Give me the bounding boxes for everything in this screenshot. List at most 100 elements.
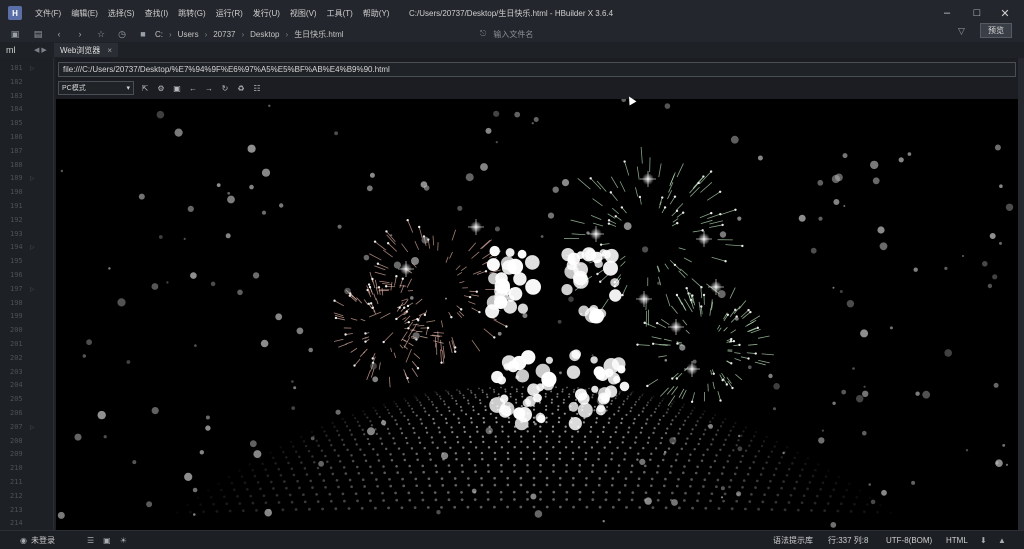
grid-dot	[433, 422, 436, 425]
grid-dot	[341, 492, 345, 496]
language-mode[interactable]: HTML	[946, 536, 968, 545]
fireworks-canvas[interactable]	[56, 99, 1018, 530]
save-icon[interactable]: ▤	[32, 29, 44, 40]
grid-dot	[462, 394, 465, 397]
cursor-position[interactable]: 行:337 列:8	[828, 535, 868, 546]
file-search-input[interactable]: ⎋ 输入文件名	[480, 26, 533, 42]
floating-particle	[1002, 444, 1006, 447]
nav-back-icon[interactable]: ←	[185, 84, 201, 93]
grid-dot	[674, 415, 677, 418]
grid-dot	[638, 398, 640, 401]
text-dot	[603, 260, 618, 276]
grid-dot	[808, 481, 812, 484]
grid-dot	[482, 421, 486, 424]
grid-dot	[367, 492, 371, 495]
nav-forward-icon[interactable]: →	[201, 84, 217, 93]
back-icon[interactable]: ‹	[53, 29, 65, 39]
minimize-icon[interactable]: –	[938, 4, 956, 22]
grid-dot	[396, 471, 400, 474]
file-encoding[interactable]: UTF-8(BOM)	[886, 536, 932, 545]
grid-dot	[752, 435, 756, 438]
menu-run[interactable]: 运行(R)	[211, 8, 248, 19]
floating-particle	[436, 510, 441, 515]
menu-view[interactable]: 视图(V)	[285, 8, 322, 19]
tab-file-partial[interactable]: ml	[0, 45, 34, 55]
menu-edit[interactable]: 编辑(E)	[66, 8, 103, 19]
grid-dot	[801, 468, 804, 471]
menu-goto[interactable]: 跳转(G)	[173, 8, 211, 19]
floating-particle	[852, 367, 855, 370]
grid-dot	[544, 395, 547, 398]
tab-scroll-arrows-icon[interactable]: ◀ ▶	[34, 46, 54, 54]
preview-button[interactable]: 预览	[980, 23, 1012, 38]
forward-icon[interactable]: ›	[74, 29, 86, 39]
close-tab-icon[interactable]: ×	[107, 46, 112, 55]
list-icon[interactable]: ☰	[87, 536, 94, 545]
grid-dot	[641, 394, 644, 397]
settings-icon[interactable]: ⚙	[153, 84, 169, 93]
firework-spark	[405, 349, 412, 363]
breadcrumb-item[interactable]: Users	[178, 30, 199, 39]
filter-icon[interactable]: ▽	[958, 26, 965, 37]
image-icon[interactable]: ▣	[103, 536, 111, 545]
menu-help[interactable]: 帮助(Y)	[358, 8, 395, 19]
line-number: 192	[10, 215, 23, 224]
notification-icon[interactable]: ▲	[998, 536, 1006, 545]
grid-dot	[448, 409, 451, 412]
tab-web-browser[interactable]: Web浏览器 ×	[54, 43, 118, 57]
grid-dot	[693, 447, 696, 451]
user-icon[interactable]: ◉	[20, 536, 27, 545]
grid-dot	[519, 457, 523, 461]
maximize-icon[interactable]: □	[968, 4, 986, 22]
breadcrumb-item[interactable]: Desktop	[250, 30, 279, 39]
breadcrumb: C: › Users › 20737 › Desktop › 生日快乐.html	[155, 29, 344, 40]
menu-select[interactable]: 选择(S)	[103, 8, 140, 19]
grid-dot	[329, 499, 333, 503]
floating-particle	[833, 199, 840, 205]
fold-marker-icon[interactable]: ▷	[30, 65, 35, 72]
grid-dot	[287, 461, 290, 465]
syntax-hint-library[interactable]: 语法提示库	[773, 535, 813, 546]
grid-dot	[868, 496, 872, 500]
open-external-icon[interactable]: ⇱	[137, 84, 153, 93]
grid-dot	[849, 510, 853, 513]
floating-particle	[692, 359, 697, 364]
floating-particle	[293, 386, 297, 390]
breadcrumb-item[interactable]: C:	[155, 30, 163, 39]
firework-spark	[370, 368, 375, 378]
fold-marker-icon[interactable]: ▷	[30, 175, 35, 182]
history-icon[interactable]: ◷	[116, 29, 128, 40]
menu-find[interactable]: 查找(I)	[140, 8, 174, 19]
menu-file[interactable]: 文件(F)	[30, 8, 66, 19]
grid-dot	[494, 440, 498, 443]
star-icon[interactable]: ☆	[95, 29, 107, 40]
grid-dot	[445, 389, 447, 392]
firework-spark	[709, 220, 724, 225]
screenshot-icon[interactable]: ▣	[169, 84, 185, 93]
fold-marker-icon[interactable]: ▷	[30, 424, 35, 431]
fold-marker-icon[interactable]: ▷	[30, 244, 35, 251]
address-bar[interactable]: file:///C:/Users/20737/Desktop/%E7%94%9F…	[58, 62, 1016, 77]
device-mode-select[interactable]: PC模式 ▾	[58, 81, 134, 95]
grid-dot	[787, 467, 791, 471]
menu-tools[interactable]: 工具(T)	[322, 8, 358, 19]
grid-dot	[539, 425, 542, 428]
breadcrumb-item[interactable]: 20737	[213, 30, 235, 39]
new-file-icon[interactable]: ▣	[9, 29, 21, 40]
floating-particle	[372, 376, 379, 383]
firework-spark	[366, 370, 371, 380]
breadcrumb-item[interactable]: 生日快乐.html	[294, 29, 343, 40]
bell-icon[interactable]: ☀	[120, 536, 127, 545]
grid-dot	[374, 409, 377, 412]
fold-marker-icon[interactable]: ▷	[30, 286, 35, 293]
firework-spark-tip	[741, 244, 744, 248]
grid-dot	[370, 471, 374, 475]
download-icon[interactable]: ⬇	[980, 536, 987, 545]
lock-icon[interactable]: ♻	[233, 84, 249, 93]
menu-publish[interactable]: 发行(U)	[248, 8, 285, 19]
close-window-icon[interactable]: ✕	[996, 4, 1014, 22]
login-status[interactable]: 未登录	[31, 535, 55, 546]
refresh-icon[interactable]: ↻	[217, 84, 233, 93]
grid-dot	[719, 425, 723, 428]
devtools-icon[interactable]: ☷	[249, 84, 265, 93]
